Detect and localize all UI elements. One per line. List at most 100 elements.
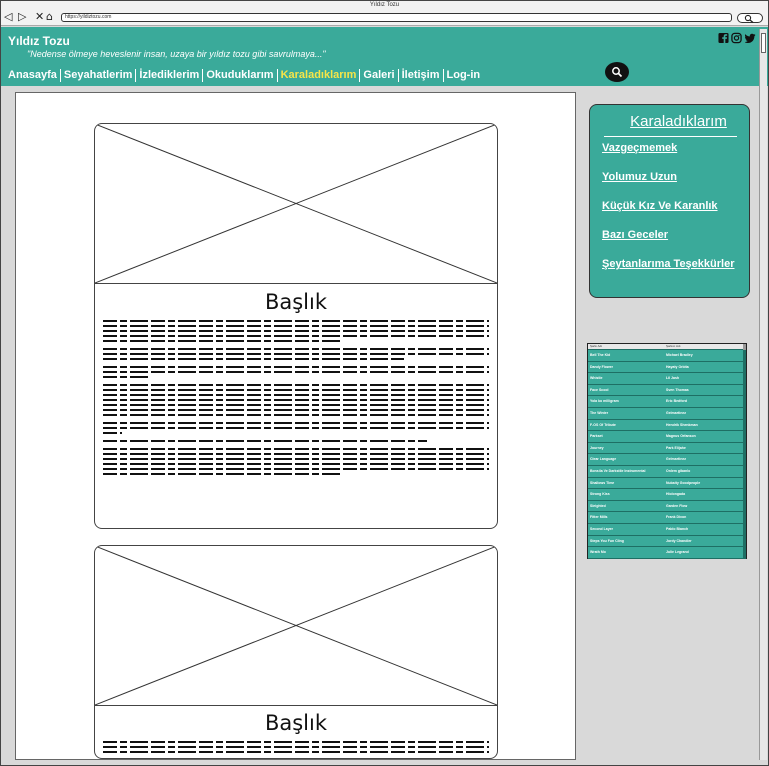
artist-cell: Hendrik Shenkman: [666, 422, 698, 427]
artist-cell: Magnus Orfanson: [666, 434, 696, 439]
post-card[interactable]: Başlık: [94, 123, 498, 529]
nav-item-login[interactable]: Log-in: [442, 68, 484, 82]
song-title-cell: The Winter: [590, 411, 609, 415]
table-row[interactable]: Journey Park Elijahe: [588, 442, 746, 455]
back-icon[interactable]: ◁: [4, 11, 12, 23]
table-cell: [743, 500, 746, 512]
nav-item-galeri[interactable]: Galeri: [359, 68, 397, 82]
song-title-cell: Journey: [590, 445, 604, 450]
table-row[interactable]: Yola ko milligram Eric Bedford: [588, 396, 746, 408]
address-bar[interactable]: https://yildiztozu.com: [61, 13, 732, 22]
song-title-cell: Fitter Mills: [590, 515, 608, 520]
twitter-icon[interactable]: [745, 32, 756, 44]
song-title-cell: Steps You Fun Cling: [590, 538, 624, 543]
sidebar-link[interactable]: Yolumuz Uzun: [602, 171, 677, 183]
forward-icon[interactable]: ▷: [18, 11, 26, 23]
artist-cell: Sven Thomas: [666, 387, 689, 392]
nav-item-karaladiklarim[interactable]: Karaladıklarım: [276, 68, 360, 82]
table-row[interactable]: Wrath Mo Julie Legrand: [588, 547, 746, 559]
table-header-cell: Şarkıcı Adı: [666, 344, 681, 348]
site-tagline: "Nedense ölmeye heveslenir insan, uzaya …: [27, 49, 326, 59]
artist-cell: Gelmartinez: [666, 457, 687, 462]
artist-cell: Frank Dixon: [666, 515, 687, 520]
browser-search-button[interactable]: [737, 13, 763, 23]
song-title-cell: Wrath Mo: [590, 550, 606, 555]
table-row[interactable]: Dandy Flower Hayaty Orbita: [588, 361, 746, 374]
artist-cell: Pablo Bianch: [666, 527, 689, 531]
table-cell: [743, 408, 746, 419]
song-title-cell: Whistle: [590, 376, 603, 381]
table-cell: [743, 373, 746, 385]
table-row[interactable]: Face Scool Sven Thomas: [588, 384, 746, 397]
nav-item-seyahatlerim[interactable]: Seyahatlerim: [59, 68, 135, 82]
instagram-icon[interactable]: [731, 32, 742, 44]
sidebar-links-panel: Karaladıklarım Vazgeçmemek Yolumuz Uzun …: [589, 104, 750, 298]
nav-item-izlediklerim[interactable]: İzlediklerim: [135, 68, 202, 82]
table-cell: [743, 454, 746, 466]
divider: [604, 136, 737, 137]
table-row[interactable]: Bell The Kid Michael Bradley: [588, 350, 746, 362]
window-title: Yıldız Tozu: [369, 2, 400, 8]
table-cell: [743, 350, 746, 361]
scrollbar-thumb[interactable]: [761, 33, 766, 53]
window-titlebar: Yıldız Tozu: [1, 1, 768, 10]
stop-icon[interactable]: ✕: [35, 11, 44, 23]
content-area: Başlık Başlık: [15, 92, 576, 760]
table-row[interactable]: Clear Language Gelmartinez: [588, 454, 746, 466]
site-title[interactable]: Yıldız Tozu: [8, 34, 70, 48]
nav-item-okuduklarim[interactable]: Okuduklarım: [202, 68, 276, 82]
sidebar-link[interactable]: Bazı Geceler: [602, 229, 668, 241]
sidebar-title[interactable]: Karaladıklarım: [590, 113, 751, 130]
home-icon[interactable]: ⌂: [46, 11, 53, 23]
artist-cell: Onlem gibanlo: [666, 469, 691, 473]
table-cell: [743, 419, 746, 431]
table-cell: [743, 489, 746, 501]
table-row[interactable]: The Winter Gelmartinez: [588, 408, 746, 420]
table-row[interactable]: Strong Kiss Hiolongada: [588, 489, 746, 501]
site-search-button[interactable]: [605, 62, 629, 82]
artist-cell: Gelmartinez: [666, 411, 687, 415]
post-body-text: [103, 320, 489, 481]
post-title[interactable]: Başlık: [95, 711, 497, 735]
song-table: Şarkı Adı Şarkıcı Adı Bell The Kid Michael …: [587, 343, 747, 559]
table-cell: [743, 547, 746, 559]
table-row[interactable]: Second Layer Pablo Bianch: [588, 524, 746, 536]
artist-cell: Hiolongada: [666, 492, 686, 497]
sidebar-link[interactable]: Vazgeçmemek: [602, 142, 677, 154]
song-title-cell: Dandy Flower: [590, 364, 613, 369]
search-icon: [612, 67, 623, 78]
nav-item-anasayfa[interactable]: Anasayfa: [8, 69, 60, 82]
table-row[interactable]: F-OS Of Tribute Hendrik Shenkman: [588, 419, 746, 432]
sidebar-link[interactable]: Şeytanlarıma Teşekkürler: [602, 258, 734, 270]
scrollbar[interactable]: [759, 29, 767, 760]
table-cell: [743, 466, 746, 477]
table-row[interactable]: Shallows Time Nubaity Goodpeople: [588, 477, 746, 490]
table-row[interactable]: Steps You Fun Cling Jordy Chandler: [588, 535, 746, 548]
artist-cell: Lil Jash: [666, 376, 680, 381]
table-cell: [743, 535, 746, 547]
post-title[interactable]: Başlık: [95, 290, 497, 314]
table-cell: [743, 431, 746, 443]
table-cell: [743, 512, 746, 524]
artist-cell: Hayaty Orbita: [666, 364, 689, 369]
table-row[interactable]: Whistle Lil Jash: [588, 373, 746, 385]
artist-cell: Michael Bradley: [666, 353, 693, 357]
sidebar-link[interactable]: Küçük Kız Ve Karanlık: [602, 200, 718, 212]
song-title-cell: Clear Language: [590, 457, 617, 462]
table-cell: [743, 361, 746, 373]
main-nav: Anasayfa Seyahatlerim İzlediklerim Okudu…: [8, 68, 483, 82]
song-title-cell: Yola ko milligram: [590, 399, 619, 404]
table-row[interactable]: Bonsila Ve Darkstile Instrumental Onlem g…: [588, 466, 746, 478]
nav-item-iletisim[interactable]: İletişim: [397, 68, 443, 82]
table-row[interactable]: Fitter Mills Frank Dixon: [588, 512, 746, 524]
table-row[interactable]: Parkset Magnus Orfanson: [588, 431, 746, 443]
post-body-text: [103, 741, 489, 758]
site-header: Yıldız Tozu "Nedense ölmeye heveslenir i…: [1, 27, 768, 86]
table-row[interactable]: Sleighted Garden Flow: [588, 500, 746, 513]
artist-cell: Julie Legrand: [666, 550, 689, 555]
song-title-cell: Bell The Kid: [590, 353, 611, 357]
facebook-icon[interactable]: [718, 32, 729, 44]
artist-cell: Eric Bedford: [666, 399, 688, 404]
post-card[interactable]: Başlık: [94, 545, 498, 759]
table-header-cell: Şarkı Adı: [590, 344, 603, 348]
